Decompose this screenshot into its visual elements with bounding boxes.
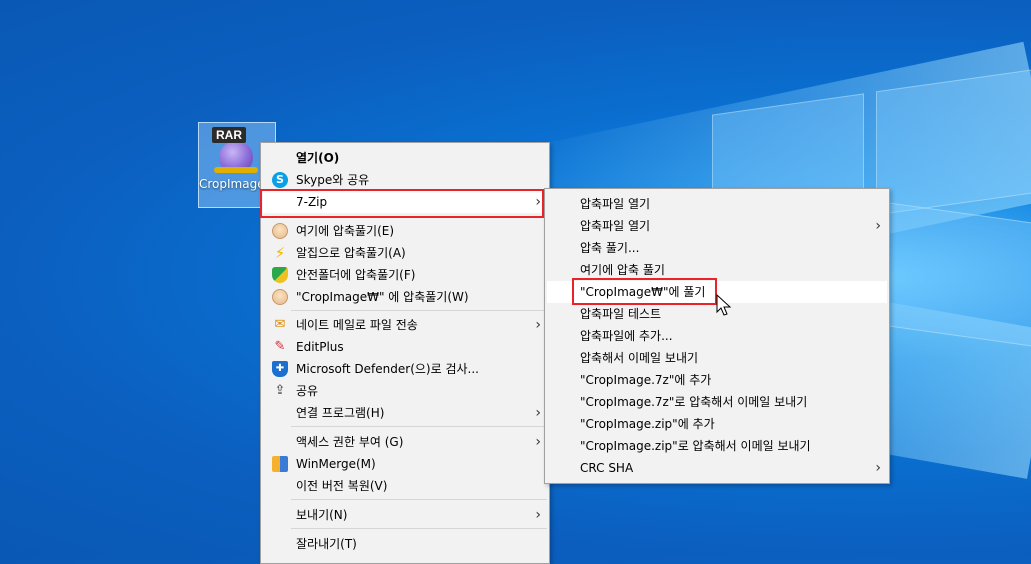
menu-item-label: 잘라내기(T) [296,537,357,551]
mouse-cursor-icon [716,294,732,316]
menu-item-label: 열기(O) [296,151,340,165]
chevron-right-icon: › [535,507,541,523]
chevron-right-icon: › [535,317,541,333]
submenu-item-label: 압축파일 열기 [580,219,651,233]
context-menu: 열기(O) S Skype와 공유 7-Zip › 여기에 압축풀기(E) ⚡ 알집으로 압축… [260,142,550,564]
menu-item[interactable]: 이전 버전 복원(V) [263,475,547,497]
chevron-right-icon: › [875,218,881,234]
menu-item[interactable]: ✎ EditPlus [263,336,547,358]
submenu-item[interactable]: 압축파일에 추가... [547,325,887,347]
menu-item[interactable]: ✚ Microsoft Defender(으)로 검사... [263,358,547,380]
menu-item-label: 여기에 압축풀기(E) [296,224,395,238]
menu-item-label: 안전폴더에 압축풀기(F) [296,268,416,282]
menu-item-label: 액세스 권한 부여 (G) [296,435,404,449]
submenu-item[interactable]: 압축 풀기... [547,237,887,259]
chevron-right-icon: › [535,405,541,421]
menu-separator [291,499,547,500]
submenu-item[interactable]: 여기에 압축 풀기 [547,259,887,281]
submenu-item[interactable]: CRC SHA › [547,457,887,479]
menu-item-label: "CropImage₩" 에 압축풀기(W) [296,290,469,304]
skype-icon: S [272,172,288,188]
menu-item-label: Skype와 공유 [296,173,370,187]
menu-separator [291,528,547,529]
chevron-right-icon: › [535,194,541,210]
menu-item[interactable]: 열기(O) [263,147,547,169]
menu-item-label: 공유 [296,384,319,398]
chevron-right-icon: › [535,434,541,450]
menu-item-label: Microsoft Defender(으)로 검사... [296,362,479,376]
windows-logo-pane [876,200,1031,348]
menu-item[interactable]: 연결 프로그램(H) › [263,402,547,424]
editplus-icon: ✎ [274,339,286,354]
menu-item[interactable]: 액세스 권한 부여 (G) › [263,431,547,453]
menu-item-label: EditPlus [296,340,344,354]
submenu-item[interactable]: "CropImage.7z"에 추가 [547,369,887,391]
defender-icon: ✚ [272,361,288,377]
submenu-item-label: 여기에 압축 풀기 [580,263,665,277]
menu-item[interactable]: ⚡ 알집으로 압축풀기(A) [263,242,547,264]
menu-item-label: WinMerge(M) [296,457,376,471]
menu-item[interactable]: 7-Zip › [263,191,547,213]
submenu-item[interactable]: "CropImage.zip"로 압축해서 이메일 보내기 [547,435,887,457]
menu-item[interactable]: ✉ 네이트 메일로 파일 전송 › [263,314,547,336]
submenu-item-label: "CropImage.7z"로 압축해서 이메일 보내기 [580,395,808,409]
submenu-item-label: "CropImage₩"에 풀기 [580,285,706,299]
submenu-item[interactable]: 압축파일 열기 [547,193,887,215]
submenu-item[interactable]: "CropImage.7z"로 압축해서 이메일 보내기 [547,391,887,413]
menu-item-label: 7-Zip [296,195,328,209]
submenu-item[interactable]: 압축해서 이메일 보내기 [547,347,887,369]
menu-item[interactable]: ⇪ 공유 [263,380,547,402]
alzip-bag-icon [272,289,288,305]
rar-badge: RAR [212,127,246,143]
submenu-item-label: CRC SHA [580,461,634,475]
shield-icon [272,267,288,283]
menu-item-label: 알집으로 압축풀기(A) [296,246,406,260]
menu-item[interactable]: WinMerge(M) [263,453,547,475]
windows-logo-pane [876,68,1031,216]
menu-item-label: 보내기(N) [296,508,348,522]
submenu-item-label: 압축파일 열기 [580,197,651,211]
winmerge-icon [272,456,288,472]
alzip-bolt-icon: ⚡ [274,244,286,262]
menu-item[interactable]: 안전폴더에 압축풀기(F) [263,264,547,286]
share-icon: ⇪ [274,383,286,398]
submenu-item-label: 압축해서 이메일 보내기 [580,351,699,365]
submenu-item-label: 압축 풀기... [580,241,640,255]
menu-separator [291,216,547,217]
menu-separator [291,310,547,311]
submenu-item-label: "CropImage.zip"에 추가 [580,417,715,431]
submenu-item-label: "CropImage.zip"로 압축해서 이메일 보내기 [580,439,811,453]
menu-item[interactable]: 보내기(N) › [263,504,547,526]
menu-item[interactable]: 여기에 압축풀기(E) [263,220,547,242]
submenu-item-label: 압축파일 테스트 [580,307,662,321]
submenu-item[interactable]: 압축파일 열기 › [547,215,887,237]
menu-item[interactable]: S Skype와 공유 [263,169,547,191]
menu-item-label: 이전 버전 복원(V) [296,479,388,493]
submenu-item-label: 압축파일에 추가... [580,329,673,343]
chevron-right-icon: › [875,460,881,476]
menu-separator [291,426,547,427]
nate-mail-icon: ✉ [274,317,286,332]
menu-item-label: 연결 프로그램(H) [296,406,385,420]
seven-zip-submenu: 압축파일 열기 압축파일 열기 › 압축 풀기... 여기에 압축 풀기 "CropIma… [544,188,890,484]
menu-item[interactable]: "CropImage₩" 에 압축풀기(W) [263,286,547,308]
submenu-item-label: "CropImage.7z"에 추가 [580,373,712,387]
submenu-item[interactable]: "CropImage.zip"에 추가 [547,413,887,435]
alzip-bag-icon [272,223,288,239]
menu-item[interactable]: 잘라내기(T) [263,533,547,555]
rar-file-icon-base [214,167,258,173]
menu-item-label: 네이트 메일로 파일 전송 [296,318,418,332]
